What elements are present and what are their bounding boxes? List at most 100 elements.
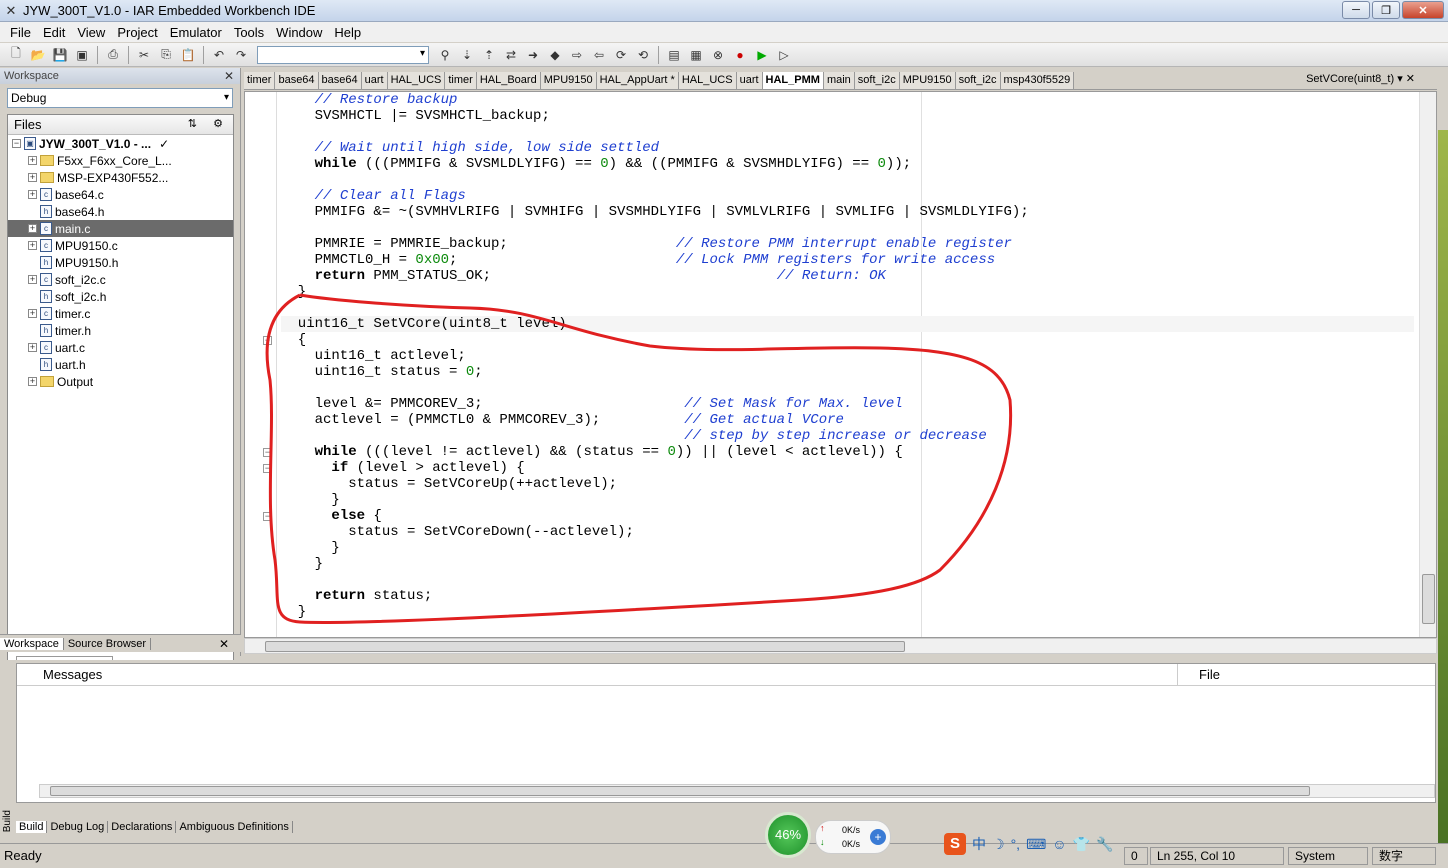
editor-tab[interactable]: timer [244,72,276,89]
tree-item[interactable]: h base64.h [8,203,233,220]
tree-item[interactable]: + c main.c [8,220,233,237]
navigate-icon[interactable]: ⟳ [611,45,631,65]
tools-icon[interactable]: 🔧 [1096,836,1113,853]
editor-tab[interactable]: HAL_UCS [678,72,737,89]
maximize-button[interactable]: ❐ [1372,1,1400,19]
tree-item[interactable]: + F5xx_F6xx_Core_L... [8,152,233,169]
code-line[interactable] [281,124,1414,140]
close-icon[interactable]: ✕ [215,637,233,651]
expand-icon[interactable]: + [28,275,37,284]
tree-item[interactable]: + c soft_i2c.c [8,271,233,288]
find-next-icon[interactable]: ⇣ [457,45,477,65]
editor-tab[interactable]: base64 [275,72,319,89]
column-divider[interactable] [1177,664,1178,686]
navigate-forward-icon[interactable]: ⟲ [633,45,653,65]
fold-toggle-icon[interactable]: − [263,464,272,473]
save-icon[interactable]: 💾 [50,45,70,65]
code-line[interactable]: while (((level != actlevel) && (status =… [281,444,1414,460]
code-line[interactable]: } [281,540,1414,556]
tab-build[interactable]: Build [16,821,48,833]
menu-window[interactable]: Window [270,25,328,40]
code-line[interactable]: status = SetVCoreUp(++actlevel); [281,476,1414,492]
editor-tab[interactable]: HAL_AppUart * [596,72,679,89]
tree-item[interactable]: + c base64.c [8,186,233,203]
code-editor[interactable]: − − − − // Restore backup SVSMHCTL |= SVSMH… [244,91,1437,638]
stop-build-icon[interactable]: ⊗ [708,45,728,65]
code-line[interactable]: } [281,492,1414,508]
editor-tab[interactable]: MPU9150 [540,72,597,89]
editor-tab[interactable]: MPU9150 [899,72,956,89]
tree-item[interactable]: + c uart.c [8,339,233,356]
editor-tab[interactable]: main [823,72,855,89]
menu-help[interactable]: Help [328,25,367,40]
undo-icon[interactable]: ↶ [209,45,229,65]
redo-icon[interactable]: ↷ [231,45,251,65]
save-all-icon[interactable]: ▣ [72,45,92,65]
configuration-select[interactable]: Debug ▾ [7,88,233,108]
code-line[interactable]: // Restore backup [281,92,1414,108]
make-icon[interactable]: ▦ [686,45,706,65]
fold-toggle-icon[interactable]: − [263,512,272,521]
code-line[interactable]: return status; [281,588,1414,604]
cut-icon[interactable]: ✂ [134,45,154,65]
code-line[interactable]: // step by step increase or decrease [281,428,1414,444]
fold-toggle-icon[interactable]: − [263,448,272,457]
find-prev-icon[interactable]: ⇡ [479,45,499,65]
code-line[interactable] [281,380,1414,396]
code-line[interactable]: status = SetVCoreDown(--actlevel); [281,524,1414,540]
skin-icon[interactable]: 👕 [1073,836,1090,853]
tree-item[interactable]: + Output [8,373,233,390]
tree-item[interactable]: + c timer.c [8,305,233,322]
sogou-logo[interactable]: S [944,833,966,855]
tab-declarations[interactable]: Declarations [108,821,177,833]
tab-workspace[interactable]: Workspace [0,637,64,650]
code-line[interactable]: } [281,284,1414,300]
function-combo[interactable]: SetVCore(uint8_t) ▾ ✕ [1306,72,1415,85]
code-line[interactable]: level &= PMMCOREV_3; // Set Mask for Max… [281,396,1414,412]
tab-debug-log[interactable]: Debug Log [47,821,109,833]
code-line[interactable]: PMMCTL0_H = 0x00; // Lock PMM registers … [281,252,1414,268]
code-line[interactable]: // Wait until high side, low side settle… [281,140,1414,156]
sort-icon[interactable]: ⇅ [188,117,197,130]
workspace-close-icon[interactable]: ✕ [224,68,234,84]
code-line[interactable]: // Clear all Flags [281,188,1414,204]
paste-icon[interactable]: 📋 [178,45,198,65]
editor-tab[interactable]: uart [361,72,388,89]
editor-vertical-scrollbar[interactable] [1419,92,1436,637]
menu-tools[interactable]: Tools [228,25,270,40]
minimize-button[interactable]: ─ [1342,1,1370,19]
menu-emulator[interactable]: Emulator [164,25,228,40]
editor-tab[interactable]: HAL_Board [476,72,541,89]
tab-ambiguous-definitions[interactable]: Ambiguous Definitions [176,821,293,833]
code-line[interactable]: } [281,556,1414,572]
find-combo[interactable] [257,45,429,64]
messages-scroll-thumb[interactable] [50,786,1310,796]
bookmark-next-icon[interactable]: ⇨ [567,45,587,65]
keyboard-icon[interactable]: ⌨ [1026,836,1046,853]
code-line[interactable]: PMMIFG &= ~(SVMHVLRIFG | SVMHIFG | SVSMH… [281,204,1414,220]
tree-item[interactable]: h MPU9150.h [8,254,233,271]
code-line[interactable] [281,172,1414,188]
code-line[interactable]: if (level > actlevel) { [281,460,1414,476]
expand-icon[interactable]: + [28,241,37,250]
menu-project[interactable]: Project [111,25,163,40]
copy-icon[interactable]: ⎘ [156,45,176,65]
print-icon[interactable]: ⎙ [103,45,123,65]
bookmark-prev-icon[interactable]: ⇦ [589,45,609,65]
toggle-breakpoint-icon[interactable]: ● [730,45,750,65]
editor-tab[interactable]: HAL_PMM [762,72,824,89]
code-line[interactable]: else { [281,508,1414,524]
tree-item[interactable]: + MSP-EXP430F552... [8,169,233,186]
code-line[interactable] [281,572,1414,588]
code-line[interactable] [281,220,1414,236]
bookmark-toggle-icon[interactable]: ◆ [545,45,565,65]
tree-item[interactable]: − ▣ JYW_300T_V1.0 - ... ✓ [8,135,233,152]
expand-icon[interactable]: + [28,377,37,386]
code-line[interactable]: SVSMHCTL |= SVSMHCTL_backup; [281,108,1414,124]
editor-tab[interactable]: uart [736,72,763,89]
editor-horizontal-scrollbar[interactable] [244,638,1437,654]
debug-without-download-icon[interactable]: ▷ [774,45,794,65]
punctuation-icon[interactable]: °, [1011,836,1021,852]
find-icon[interactable]: ⚲ [435,45,455,65]
messages-horizontal-scrollbar[interactable] [39,784,1435,798]
